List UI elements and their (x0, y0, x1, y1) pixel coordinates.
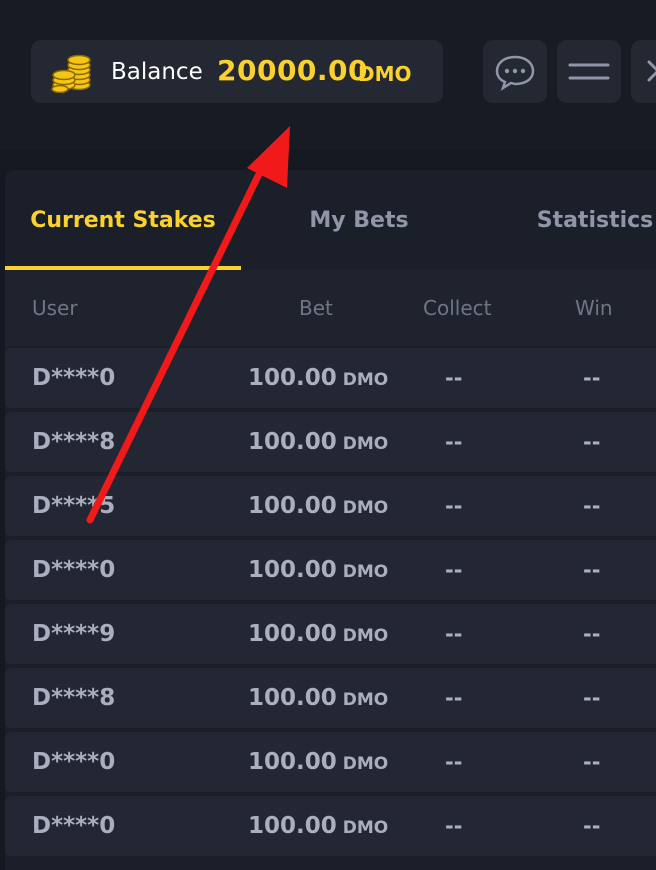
coins-icon (51, 51, 93, 94)
row-user: D****9 (32, 621, 116, 647)
row-win: -- (583, 622, 601, 646)
row-collect: -- (445, 430, 463, 454)
row-user: D****8 (32, 429, 116, 455)
row-win: -- (583, 366, 601, 390)
table-row: D****5 100.00 DMO -- -- (5, 476, 656, 536)
close-icon (647, 60, 656, 82)
bet-amount: 100.00 (248, 813, 337, 839)
row-user: D****5 (32, 493, 116, 519)
bet-currency: DMO (342, 690, 389, 710)
bet-amount: 100.00 (248, 557, 337, 583)
bet-currency: DMO (342, 434, 389, 454)
row-win: -- (583, 430, 601, 454)
column-header-collect: Collect (423, 296, 492, 320)
row-bet: 100.00 DMO (248, 732, 388, 792)
table-row: D****0 100.00 DMO -- -- (5, 732, 656, 792)
bet-amount: 100.00 (248, 621, 337, 647)
bet-currency: DMO (342, 754, 389, 774)
table-row: D****8 100.00 DMO -- -- (5, 412, 656, 472)
row-user: D****0 (32, 557, 116, 583)
close-button[interactable] (631, 40, 656, 103)
bets-panel: Current Stakes My Bets Statistics User B… (5, 170, 656, 870)
row-bet: 100.00 DMO (248, 796, 388, 856)
row-bet: 100.00 DMO (248, 540, 388, 600)
table-header: User Bet Collect Win (5, 270, 656, 346)
bet-amount: 100.00 (248, 749, 337, 775)
column-header-win: Win (575, 296, 613, 320)
row-collect: -- (445, 686, 463, 710)
bet-currency: DMO (342, 818, 389, 838)
table-row: D****8 100.00 DMO -- -- (5, 668, 656, 728)
row-user: D****0 (32, 813, 116, 839)
bet-amount: 100.00 (248, 493, 337, 519)
table-row: D****9 100.00 DMO -- -- (5, 604, 656, 664)
bet-amount: 100.00 (248, 365, 337, 391)
top-bar: Balance 20000.00 DMO (0, 0, 656, 150)
row-win: -- (583, 686, 601, 710)
row-bet: 100.00 DMO (248, 668, 388, 728)
row-collect: -- (445, 366, 463, 390)
column-header-bet: Bet (299, 296, 333, 320)
bet-currency: DMO (342, 498, 389, 518)
row-bet: 100.00 DMO (248, 476, 388, 536)
table-row: D****0 100.00 DMO -- -- (5, 348, 656, 408)
row-collect: -- (445, 558, 463, 582)
row-win: -- (583, 494, 601, 518)
chat-icon (495, 55, 535, 91)
tab-current-stakes[interactable]: Current Stakes (5, 170, 241, 270)
bet-amount: 100.00 (248, 429, 337, 455)
row-user: D****0 (32, 365, 116, 391)
chat-button[interactable] (483, 40, 547, 103)
balance-label: Balance (111, 59, 203, 85)
table-row: D****0 100.00 DMO -- -- (5, 796, 656, 856)
bet-currency: DMO (342, 562, 389, 582)
row-bet: 100.00 DMO (248, 604, 388, 664)
row-collect: -- (445, 750, 463, 774)
row-collect: -- (445, 622, 463, 646)
row-collect: -- (445, 494, 463, 518)
row-win: -- (583, 558, 601, 582)
bet-currency: DMO (342, 370, 389, 390)
balance-display: Balance 20000.00 DMO (31, 40, 443, 103)
row-user: D****8 (32, 685, 116, 711)
menu-button[interactable] (557, 40, 621, 103)
balance-amount: 20000.00 (217, 54, 369, 87)
row-win: -- (583, 814, 601, 838)
tab-statistics[interactable]: Statistics (477, 170, 656, 270)
column-header-user: User (32, 296, 78, 320)
table-row: D****0 100.00 DMO -- -- (5, 540, 656, 600)
row-collect: -- (445, 814, 463, 838)
row-bet: 100.00 DMO (248, 412, 388, 472)
tab-my-bets[interactable]: My Bets (241, 170, 477, 270)
row-win: -- (583, 750, 601, 774)
balance-currency: DMO (358, 62, 412, 86)
row-bet: 100.00 DMO (248, 348, 388, 408)
bet-currency: DMO (342, 626, 389, 646)
bet-amount: 100.00 (248, 685, 337, 711)
menu-icon (568, 63, 610, 80)
row-user: D****0 (32, 749, 116, 775)
